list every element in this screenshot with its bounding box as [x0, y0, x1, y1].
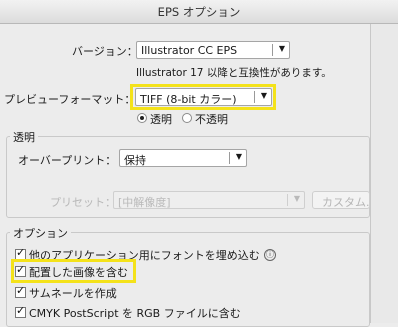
overprint-select[interactable]: 保持 ▼ [119, 149, 247, 167]
opaque-radio-label: 不透明 [195, 113, 228, 126]
info-icon[interactable]: ⓘ [264, 249, 276, 261]
cmyk-postscript-label: CMYK PostScript を RGB ファイルに含む [29, 307, 241, 320]
dialog-title: EPS オプション [157, 5, 241, 19]
version-select-value: Illustrator CC EPS [141, 44, 238, 57]
preset-label: プリセット： [50, 196, 116, 209]
chevron-down-icon: ▼ [235, 152, 242, 161]
checkmark-icon: ✓ [16, 304, 26, 317]
select-divider [287, 194, 288, 206]
preview-format-select[interactable]: TIFF (8-bit カラー) ▼ [135, 88, 272, 106]
chevron-down-icon: ▼ [278, 44, 285, 53]
checkmark-icon: ✓ [16, 284, 26, 297]
include-placed-images-label: 配置した画像を含む [29, 266, 128, 279]
select-divider [272, 44, 273, 56]
cmyk-postscript-checkbox[interactable]: ✓ [15, 304, 26, 318]
include-placed-images-checkbox[interactable]: ✓ [15, 263, 26, 277]
transparent-radio[interactable] [137, 113, 147, 123]
select-divider [254, 91, 255, 103]
version-label: バージョン： [72, 45, 138, 58]
transparent-radio-label: 透明 [150, 113, 172, 126]
preset-select[interactable]: [中解像度] ▼ [113, 191, 305, 209]
create-thumbnail-label: サムネールを作成 [29, 287, 117, 300]
preset-value: [中解像度] [118, 196, 171, 209]
opaque-radio[interactable] [182, 113, 192, 123]
chevron-down-icon: ▼ [260, 91, 267, 100]
preview-format-label: プレビューフォーマット： [4, 93, 136, 106]
version-select[interactable]: Illustrator CC EPS ▼ [136, 41, 290, 59]
preview-format-value: TIFF (8-bit カラー) [140, 93, 237, 106]
options-group-title: オプション [10, 225, 71, 241]
select-divider [229, 152, 230, 164]
checkmark-icon: ✓ [16, 246, 26, 259]
overprint-label: オーバープリント： [18, 154, 117, 167]
transparency-group-title: 透明 [10, 129, 38, 145]
checkmark-icon: ✓ [16, 263, 26, 276]
custom-button[interactable]: カスタム... [312, 191, 370, 209]
chevron-down-icon: ▼ [293, 194, 300, 203]
version-note: Illustrator 17 以降と互換性があります。 [136, 67, 332, 79]
overprint-value: 保持 [124, 154, 146, 167]
custom-button-label: カスタム... [322, 196, 370, 209]
side-panel [370, 24, 398, 323]
create-thumbnail-checkbox[interactable]: ✓ [15, 284, 26, 298]
title-bar: EPS オプション [0, 0, 398, 24]
